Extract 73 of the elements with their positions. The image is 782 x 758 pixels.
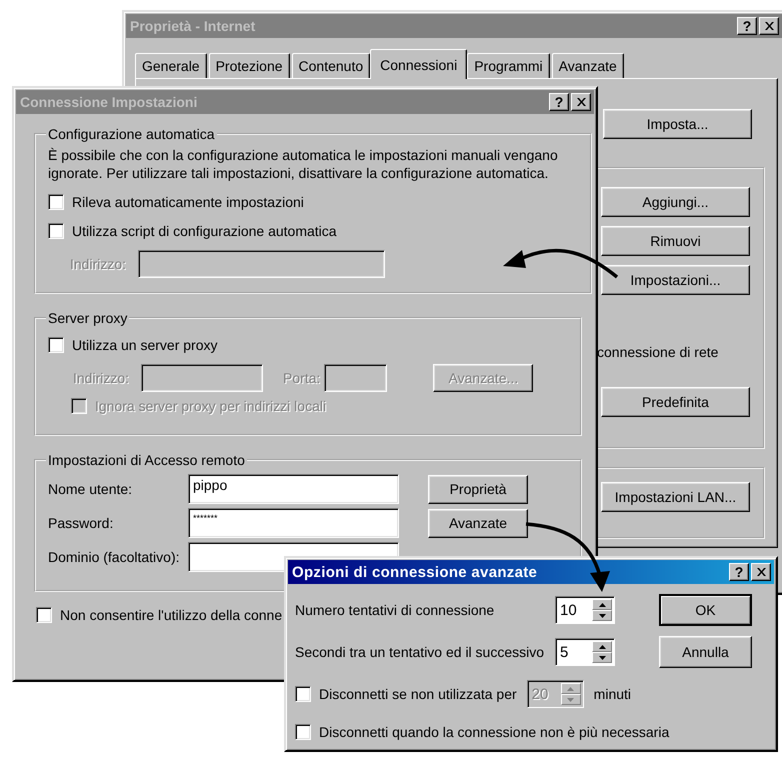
group-label: Configurazione automatica — [47, 126, 216, 142]
dialup-button[interactable]: Rimuovi — [601, 226, 750, 256]
dialog-button[interactable]: Annulla — [659, 636, 752, 668]
close-button[interactable] — [571, 93, 591, 111]
field-label: Secondi tra un tentativo ed il successivo — [295, 644, 546, 660]
tab[interactable]: Connessioni — [370, 49, 468, 79]
checkbox[interactable] — [295, 724, 311, 740]
lan-settings-button[interactable]: Impostazioni LAN... — [601, 482, 750, 512]
checkbox[interactable] — [295, 686, 311, 702]
checkbox-label: Utilizza script di configurazione automatica — [72, 223, 337, 239]
dialup-button[interactable]: Impostazioni... — [601, 265, 750, 295]
setup-button[interactable]: Imposta... — [603, 109, 752, 139]
unit-label: minuti — [594, 686, 632, 702]
checkbox-label: Rileva automaticamente impostazioni — [72, 194, 304, 210]
checkbox-label: Non consentire l'utilizzo della conne — [60, 607, 282, 623]
checkbox[interactable] — [48, 194, 64, 210]
down-arrow-icon — [598, 614, 606, 618]
help-button[interactable]: ? — [549, 93, 569, 111]
checkbox-label: Disconnetti se non utilizzata per — [319, 686, 517, 702]
checkbox[interactable] — [71, 398, 87, 414]
dialup-button[interactable]: Proprietà — [428, 474, 528, 504]
group-label: Server proxy — [47, 310, 128, 326]
checkbox[interactable] — [48, 337, 64, 353]
checkbox-label: Disconnetti quando la connessione non è più necessaria — [319, 724, 670, 740]
spin-up-button[interactable] — [592, 641, 612, 652]
checkbox-label: Ignora server proxy per indirizzi locali — [95, 398, 326, 414]
help-button[interactable]: ? — [729, 563, 749, 581]
input-field[interactable] — [138, 250, 386, 278]
field-label: Nome utente: — [48, 481, 134, 497]
up-arrow-icon — [567, 686, 574, 690]
close-button[interactable] — [751, 563, 771, 581]
description-text: È possibile che con la configurazione automatica le impostazioni manuali vengano ignorate. Per utilizzare tali impostazioni, disattivare la configurazione automatica. — [48, 146, 559, 182]
tab[interactable]: Generale — [135, 53, 207, 78]
input-field[interactable] — [324, 364, 388, 392]
close-icon — [756, 568, 766, 576]
spin-box[interactable]: 5 — [555, 638, 615, 666]
network-text: connessione di rete — [597, 344, 718, 360]
window-title: Opzioni di connessione avanzate — [292, 564, 538, 580]
up-arrow-icon — [598, 644, 606, 648]
group-label: Impostazioni di Accesso remoto — [47, 452, 246, 468]
window-title: Connessione Impostazioni — [20, 94, 198, 110]
checkbox-label: Utilizza un server proxy — [72, 337, 218, 353]
up-arrow-icon — [598, 602, 606, 606]
tab[interactable]: Contenuto — [292, 53, 370, 78]
spin-down-button[interactable] — [592, 652, 612, 663]
dialup-button[interactable]: Avanzate — [428, 508, 528, 538]
close-button[interactable] — [759, 17, 779, 35]
tab[interactable]: Programmi — [467, 53, 550, 78]
down-arrow-icon — [567, 698, 574, 702]
spin-down-button[interactable] — [592, 610, 612, 621]
dialup-button[interactable]: Aggiungi... — [601, 187, 750, 217]
field-label: Porta: — [283, 370, 320, 386]
field-label: Numero tentativi di connessione — [295, 602, 496, 618]
dialog-button[interactable]: OK — [659, 594, 752, 626]
input-field[interactable] — [141, 364, 264, 392]
field-label: Indirizzo: — [73, 370, 130, 386]
field-label: Dominio (facoltativo): — [48, 549, 180, 565]
tab[interactable]: Avanzate — [552, 53, 624, 78]
window-title: Proprietà - Internet — [130, 18, 256, 34]
tab[interactable]: Protezione — [208, 53, 290, 78]
field-label: Indirizzo: — [70, 256, 126, 272]
input-field[interactable]: pippo — [188, 474, 399, 504]
spin-up-button[interactable] — [592, 599, 612, 610]
checkbox[interactable] — [48, 223, 64, 239]
close-icon — [764, 22, 774, 30]
input-field[interactable]: ******* — [188, 508, 399, 538]
spin-box[interactable]: 10 — [555, 596, 615, 624]
field-label: Password: — [48, 515, 114, 531]
default-button[interactable]: Predefinita — [601, 387, 750, 417]
help-button[interactable]: ? — [737, 17, 757, 35]
close-icon — [576, 98, 586, 106]
checkbox[interactable] — [36, 607, 52, 623]
down-arrow-icon — [598, 656, 606, 660]
